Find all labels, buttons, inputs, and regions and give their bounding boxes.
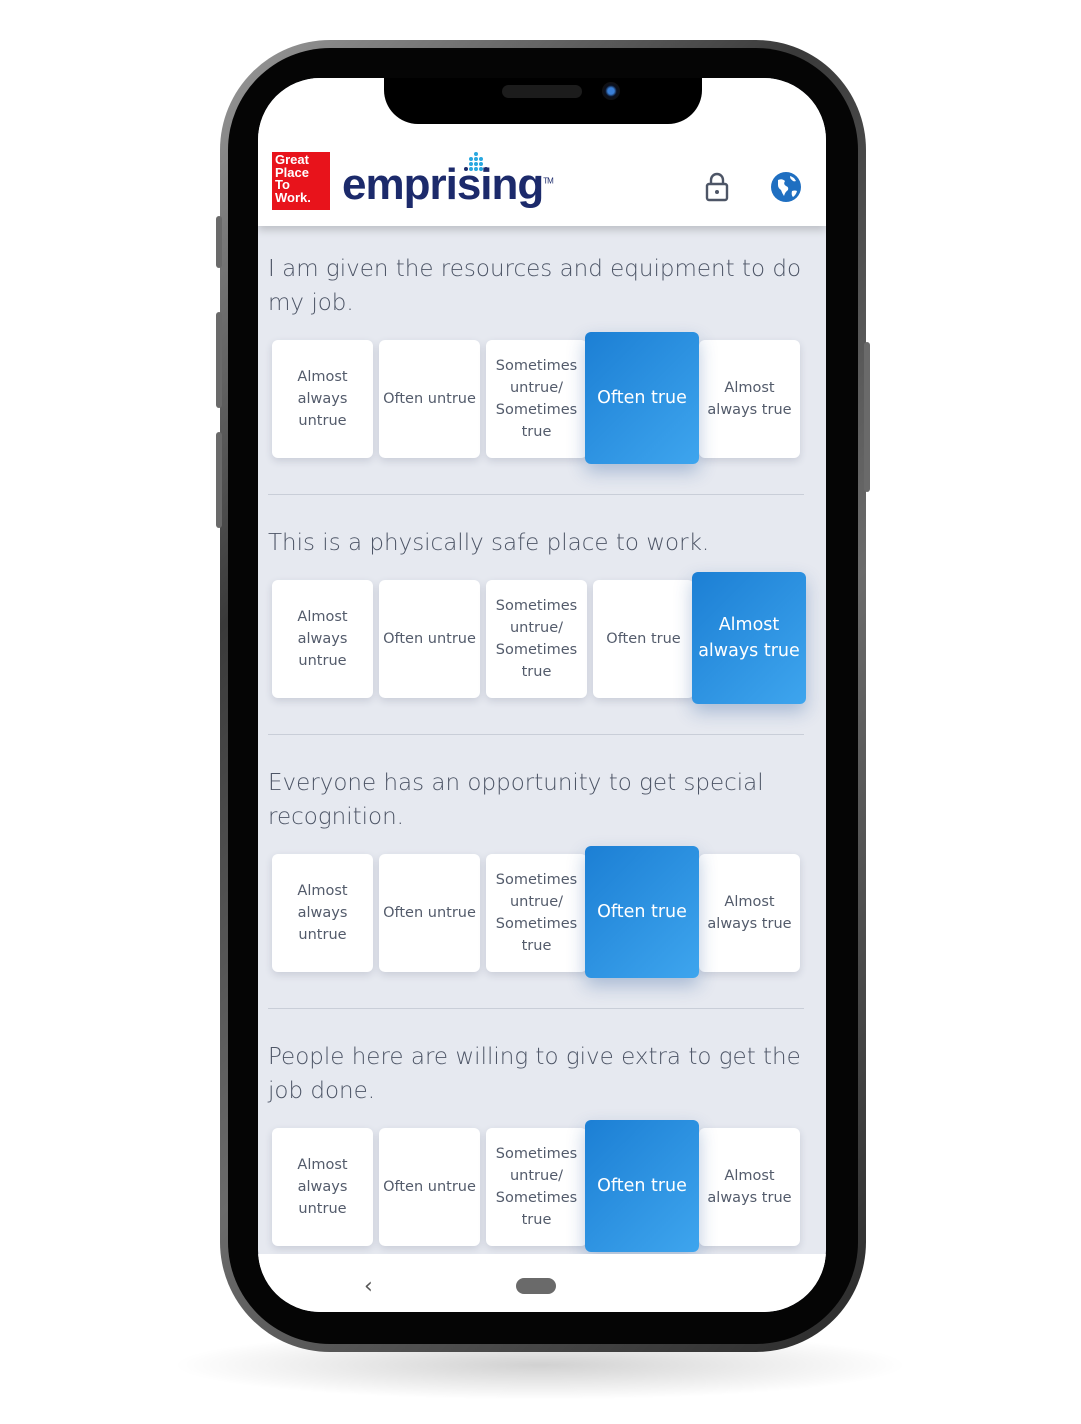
option-almost-always-true[interactable]: Almost always true: [699, 340, 800, 458]
option-often-untrue[interactable]: Often untrue: [379, 854, 480, 972]
option-often-untrue[interactable]: Often untrue: [379, 1128, 480, 1246]
option-often-true[interactable]: Often true: [593, 580, 694, 698]
globe-icon: [771, 172, 801, 202]
option-often-untrue[interactable]: Often untrue: [379, 580, 480, 698]
option-often-true-selected[interactable]: Often true: [585, 332, 699, 464]
home-pill-icon[interactable]: [516, 1278, 556, 1294]
lock-button[interactable]: [700, 170, 734, 204]
emprising-logo: emprisingTM: [342, 160, 554, 209]
option-sometimes[interactable]: Sometimes untrue/ Sometimes true: [486, 854, 587, 972]
question-text: This is a physically safe place to work.: [268, 530, 710, 556]
option-almost-always-untrue[interactable]: Almost always untrue: [272, 1128, 373, 1246]
gptw-logo: Great Place To Work.: [272, 152, 330, 210]
option-almost-always-true[interactable]: Almost always true: [699, 1128, 800, 1246]
chevron-left-icon[interactable]: ‹: [364, 1274, 373, 1299]
speaker-grille: [502, 85, 582, 98]
language-button[interactable]: [769, 170, 803, 204]
option-almost-always-true-selected[interactable]: Almost always true: [692, 572, 806, 704]
question-text: Everyone has an opportunity to get speci…: [268, 770, 764, 830]
option-often-true-selected[interactable]: Often true: [585, 846, 699, 978]
option-almost-always-untrue[interactable]: Almost always untrue: [272, 340, 373, 458]
question-text: I am given the resources and equipment t…: [268, 256, 802, 316]
volume-down-button: [216, 432, 222, 528]
option-often-true-selected[interactable]: Often true: [585, 1120, 699, 1252]
option-almost-always-untrue[interactable]: Almost always untrue: [272, 580, 373, 698]
phone-screen: Great Place To Work. emprisingTM I am gi…: [258, 78, 826, 1312]
front-camera: [602, 82, 620, 100]
option-sometimes[interactable]: Sometimes untrue/ Sometimes true: [486, 580, 587, 698]
option-almost-always-true[interactable]: Almost always true: [699, 854, 800, 972]
divider: [268, 494, 804, 495]
question-text: People here are willing to give extra to…: [268, 1044, 801, 1104]
option-sometimes[interactable]: Sometimes untrue/ Sometimes true: [486, 1128, 587, 1246]
volume-up-button: [216, 312, 222, 408]
option-often-untrue[interactable]: Often untrue: [379, 340, 480, 458]
notch: [384, 78, 702, 124]
option-almost-always-untrue[interactable]: Almost always untrue: [272, 854, 373, 972]
option-sometimes[interactable]: Sometimes untrue/ Sometimes true: [486, 340, 587, 458]
divider: [268, 734, 804, 735]
divider: [268, 1008, 804, 1009]
silent-switch: [216, 216, 222, 268]
lock-icon: [705, 172, 729, 202]
power-button: [864, 342, 870, 492]
